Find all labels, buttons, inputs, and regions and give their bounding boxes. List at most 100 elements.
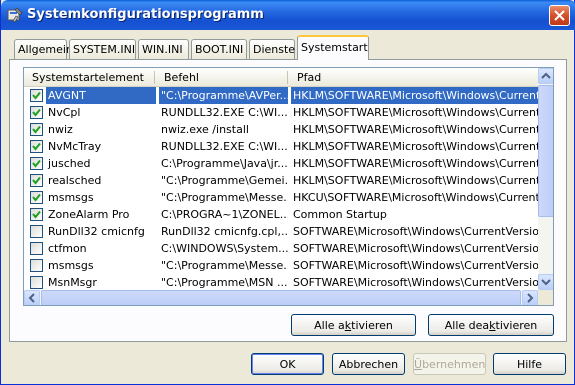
- button-label: tivieren: [351, 319, 393, 332]
- chevron-right-icon: [527, 293, 534, 303]
- close-button[interactable]: [549, 5, 570, 26]
- tab-label: Allgemein: [18, 43, 73, 56]
- startup-item-name: RunDll32 cmicnfg: [48, 225, 145, 238]
- table-row[interactable]: msmsgs "C:\Programme\Messe... SOFTWARE\Mic…: [24, 257, 538, 274]
- table-row[interactable]: NvCpl RUNDLL32.EXE C:\WI... HKLM\SOFTWARE\…: [24, 104, 538, 121]
- title-bar[interactable]: Systemkonfigurationsprogramm: [1, 0, 575, 30]
- startup-item-name: msmsgs: [48, 191, 94, 204]
- startup-item-path: HKLM\SOFTWARE\Microsoft\Windows\CurrentV…: [293, 106, 538, 119]
- startup-item-path: Common Startup: [293, 208, 387, 221]
- chevron-up-icon: [541, 72, 551, 79]
- close-icon: [554, 10, 565, 21]
- window-title: Systemkonfigurationsprogramm: [27, 7, 264, 22]
- msconfig-app-icon: [7, 7, 23, 23]
- column-divider[interactable]: [287, 71, 288, 84]
- startup-item-checkbox[interactable]: [30, 106, 43, 119]
- startup-item-name: MsnMsgr: [48, 276, 97, 289]
- access-key: Ü: [414, 358, 423, 371]
- startup-item-checkbox[interactable]: [30, 174, 43, 187]
- checkmark-icon: [32, 193, 41, 202]
- table-row[interactable]: RunDll32 cmicnfg RunDll32 cmicnfg.cpl,...…: [24, 223, 538, 240]
- help-button[interactable]: Hilfe: [493, 353, 566, 375]
- scroll-up-button[interactable]: [538, 68, 553, 84]
- startup-list[interactable]: Systemstartelement Befehl Pfad AVGNT "C:\…: [23, 67, 554, 306]
- checkmark-icon: [32, 176, 41, 185]
- checkmark-icon: [32, 159, 41, 168]
- table-row[interactable]: ZoneAlarm Pro C:\PROGRA~1\ZONEL... Common …: [24, 206, 538, 223]
- column-header-command[interactable]: Befehl: [156, 68, 286, 87]
- tab-label: BOOT.INI: [195, 43, 244, 56]
- tab-system-ini[interactable]: SYSTEM.INI: [69, 39, 136, 59]
- startup-item-name: jusched: [48, 157, 91, 170]
- table-row[interactable]: MsnMsgr "C:\Programme\MSN ... SOFTWARE\Mic…: [24, 274, 538, 290]
- startup-item-command: nwiz.exe /install: [161, 123, 249, 136]
- startup-item-path: HKLM\SOFTWARE\Microsoft\Windows\CurrentV…: [293, 174, 538, 187]
- horizontal-scroll-thumb[interactable]: [41, 290, 521, 305]
- scroll-left-button[interactable]: [24, 290, 40, 305]
- startup-item-checkbox[interactable]: [30, 259, 43, 272]
- table-row[interactable]: ctfmon C:\WINDOWS\System... SOFTWARE\Micro…: [24, 240, 538, 257]
- button-label: Alle a: [314, 319, 345, 332]
- startup-item-command: "C:\Programme\Messe...: [161, 259, 288, 272]
- chevron-left-icon: [28, 293, 35, 303]
- column-header-startup-item[interactable]: Systemstartelement: [24, 68, 154, 87]
- startup-item-path: HKLM\SOFTWARE\Microsoft\Windows\CurrentV…: [293, 140, 538, 153]
- scrollbar-corner: [538, 290, 553, 305]
- startup-item-path: HKLM\SOFTWARE\Microsoft\Windows\CurrentV…: [293, 123, 538, 136]
- startup-item-checkbox[interactable]: [30, 242, 43, 255]
- scroll-right-button[interactable]: [522, 290, 538, 305]
- table-row[interactable]: realsched "C:\Programme\Gemei... HKLM\SOFT…: [24, 172, 538, 189]
- startup-item-checkbox[interactable]: [30, 208, 43, 221]
- startup-item-name: ZoneAlarm Pro: [48, 208, 130, 221]
- table-row[interactable]: NvMcTray RUNDLL32.EXE C:\WI... HKLM\SOFTWA…: [24, 138, 538, 155]
- tab-boot-ini[interactable]: BOOT.INI: [191, 39, 247, 59]
- table-row[interactable]: msmsgs "C:\Programme\Messe... HKCU\SOFTWAR…: [24, 189, 538, 206]
- tab-dienste[interactable]: Dienste: [249, 39, 295, 59]
- vertical-scrollbar[interactable]: [538, 68, 553, 290]
- vertical-scroll-thumb[interactable]: [538, 85, 553, 217]
- startup-item-name: NvCpl: [48, 106, 81, 119]
- button-label: Hilfe: [516, 358, 543, 371]
- column-divider[interactable]: [154, 71, 155, 84]
- startup-item-checkbox[interactable]: [30, 191, 43, 204]
- startup-item-checkbox[interactable]: [30, 157, 43, 170]
- list-header: Systemstartelement Befehl Pfad: [24, 68, 538, 87]
- button-label: Alle dea: [444, 319, 490, 332]
- startup-item-command: RUNDLL32.EXE C:\WI...: [161, 140, 288, 153]
- ok-button[interactable]: OK: [251, 353, 324, 375]
- startup-item-name: NvMcTray: [48, 140, 102, 153]
- startup-item-checkbox[interactable]: [30, 89, 43, 102]
- startup-item-checkbox[interactable]: [30, 276, 43, 289]
- table-row[interactable]: AVGNT "C:\Programme\AVPer... HKLM\SOFTWARE…: [24, 87, 538, 104]
- column-header-path[interactable]: Pfad: [289, 68, 538, 87]
- startup-item-command: RunDll32 cmicnfg.cpl,...: [161, 225, 288, 238]
- apply-button[interactable]: Übernehmen: [413, 353, 486, 375]
- tab-systemstart[interactable]: Systemstart: [297, 35, 369, 60]
- startup-item-name: msmsgs: [48, 259, 94, 272]
- startup-item-checkbox[interactable]: [30, 225, 43, 238]
- table-row[interactable]: nwiz nwiz.exe /install HKLM\SOFTWARE\Micro…: [24, 121, 538, 138]
- tab-label: WIN.INI: [142, 43, 183, 56]
- checkmark-icon: [32, 125, 41, 134]
- checkmark-icon: [32, 142, 41, 151]
- tab-label: Systemstart: [301, 41, 368, 54]
- disable-all-button[interactable]: Alle deaktivieren: [428, 314, 554, 336]
- startup-item-path: SOFTWARE\Microsoft\Windows\CurrentVersio…: [293, 242, 538, 255]
- horizontal-scrollbar[interactable]: [24, 290, 538, 305]
- tab-win-ini[interactable]: WIN.INI: [138, 39, 189, 59]
- checkmark-icon: [32, 108, 41, 117]
- startup-item-command: "C:\Programme\MSN ...: [161, 276, 288, 289]
- tab-allgemein[interactable]: Allgemein: [14, 39, 73, 59]
- checkmark-icon: [32, 210, 41, 219]
- startup-item-checkbox[interactable]: [30, 140, 43, 153]
- startup-item-command: C:\WINDOWS\System...: [161, 242, 288, 255]
- startup-item-checkbox[interactable]: [30, 123, 43, 136]
- scroll-down-button[interactable]: [538, 274, 553, 290]
- button-label: Abbrechen: [338, 358, 399, 371]
- tab-label: SYSTEM.INI: [73, 43, 136, 56]
- enable-all-button[interactable]: Alle aktivieren: [291, 314, 416, 336]
- startup-item-path: SOFTWARE\Microsoft\Windows\CurrentVersio…: [293, 276, 538, 289]
- cancel-button[interactable]: Abbrechen: [332, 353, 405, 375]
- startup-item-name: AVGNT: [46, 87, 156, 104]
- table-row[interactable]: jusched C:\Programme\Java\jr... HKLM\SOFTW…: [24, 155, 538, 172]
